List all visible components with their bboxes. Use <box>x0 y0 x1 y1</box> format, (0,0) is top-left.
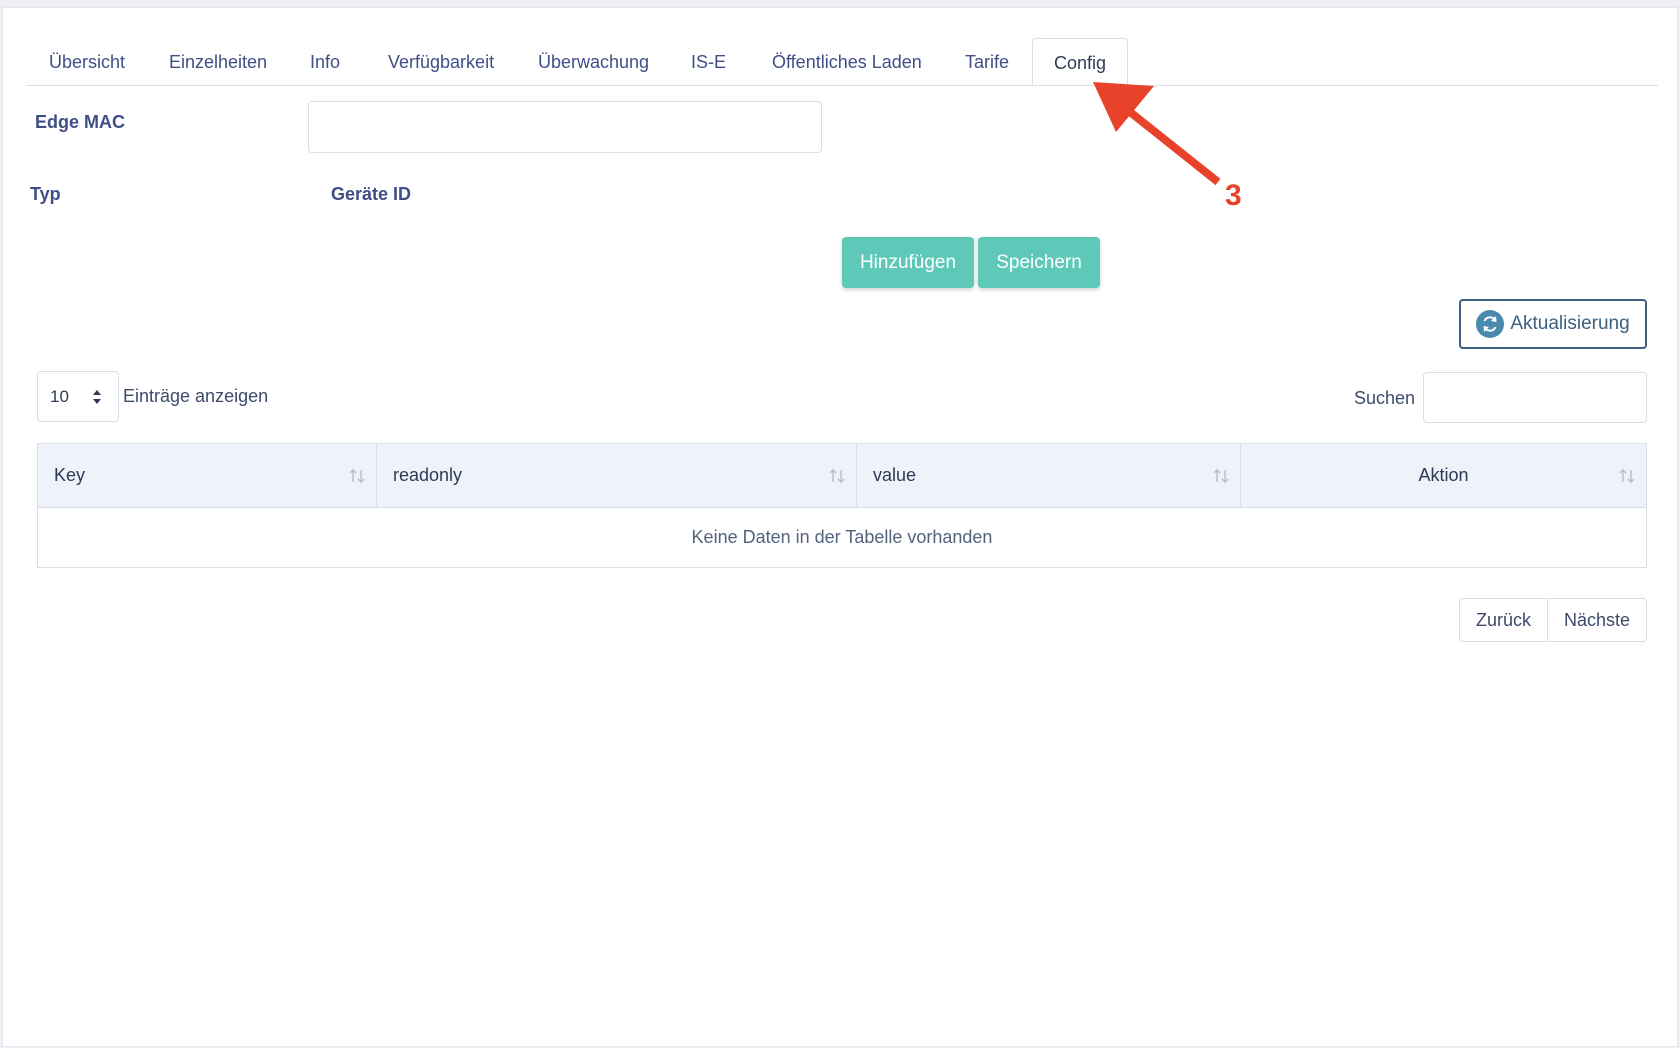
page-length-select[interactable]: 10 <box>37 371 119 422</box>
column-header-label: Key <box>54 465 86 485</box>
tab-info[interactable]: Info <box>310 38 340 85</box>
sort-icon <box>829 468 845 484</box>
tab-tarife[interactable]: Tarife <box>965 38 1009 85</box>
length-suffix: Einträge anzeigen <box>123 386 269 406</box>
sort-icon <box>1619 468 1635 484</box>
table-header: Key readonly value Aktion <box>38 444 1646 508</box>
content-panel: Übersicht Einzelheiten Info Verfügbarkei… <box>2 7 1678 1047</box>
edge-mac-input[interactable] <box>308 101 822 153</box>
column-header-key[interactable]: Key <box>38 444 377 507</box>
page-length-value: 10 <box>50 387 69 406</box>
search-label: Suchen <box>1354 388 1416 408</box>
column-header-readonly[interactable]: readonly <box>377 444 857 507</box>
column-header-label: value <box>873 465 917 485</box>
tab-uebersicht[interactable]: Übersicht <box>49 38 125 85</box>
tab-oeffentliches-laden[interactable]: Öffentliches Laden <box>772 38 922 85</box>
typ-label: Typ <box>30 184 61 204</box>
tab-einzelheiten[interactable]: Einzelheiten <box>169 38 267 85</box>
config-table: Key readonly value Aktion Keine Daten in… <box>37 443 1647 568</box>
tab-bar: Übersicht Einzelheiten Info Verfügbarkei… <box>26 38 1658 86</box>
sort-icon <box>1213 468 1229 484</box>
add-button[interactable]: Hinzufügen <box>842 237 974 288</box>
edge-mac-label: Edge MAC <box>35 112 125 132</box>
sort-icon <box>349 468 365 484</box>
annotation-number: 3 <box>1225 179 1242 212</box>
refresh-icon <box>1476 310 1505 338</box>
refresh-label: Aktualisierung <box>1510 313 1630 334</box>
column-header-label: Aktion <box>1418 465 1469 485</box>
column-header-value[interactable]: value <box>857 444 1241 507</box>
next-page-button[interactable]: Nächste <box>1547 598 1647 642</box>
column-header-label: readonly <box>393 465 463 485</box>
select-arrows-icon <box>93 390 101 404</box>
tab-ueberwachung[interactable]: Überwachung <box>538 38 649 85</box>
annotation-arrow-icon <box>1093 82 1221 186</box>
search-input[interactable] <box>1423 372 1647 423</box>
save-button[interactable]: Speichern <box>978 237 1100 288</box>
tab-verfuegbarkeit[interactable]: Verfügbarkeit <box>388 38 494 85</box>
column-header-aktion[interactable]: Aktion <box>1241 444 1646 507</box>
refresh-button[interactable]: Aktualisierung <box>1459 299 1647 349</box>
geraete-id-label: Geräte ID <box>331 184 412 204</box>
empty-table-message: Keine Daten in der Tabelle vorhanden <box>691 527 993 547</box>
prev-page-button[interactable]: Zurück <box>1459 598 1548 642</box>
tab-is-e[interactable]: IS-E <box>691 38 726 85</box>
